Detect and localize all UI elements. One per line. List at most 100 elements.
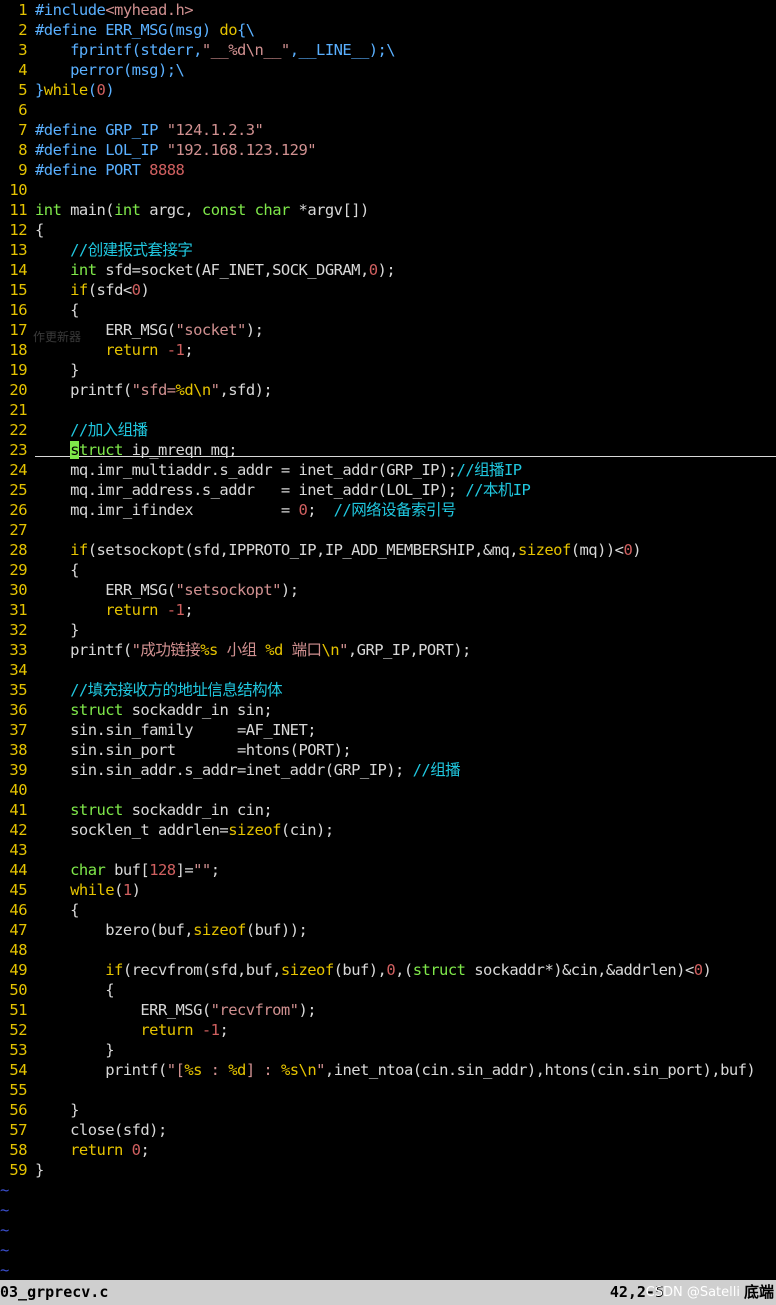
- line-number: 26: [9, 501, 27, 519]
- code-line[interactable]: 10: [0, 180, 35, 200]
- line-number: 44: [9, 861, 27, 879]
- code-token: ,inet_ntoa(cin.sin_addr),htons(cin.sin_p…: [324, 1061, 756, 1079]
- code-line[interactable]: 15 if(sfd<0): [0, 280, 149, 300]
- code-line[interactable]: 23 struct ip_mreqn mq;: [0, 440, 238, 460]
- code-token: "recvfrom": [210, 1001, 299, 1019]
- code-token: "192.168.123.129": [166, 141, 317, 159]
- code-token: "__%d\n__": [201, 41, 290, 59]
- code-token: 端口: [282, 641, 322, 659]
- code-token: 0: [298, 501, 308, 519]
- code-token: sin.sin_addr.s_addr=inet_addr(GRP_IP);: [35, 761, 413, 779]
- code-line[interactable]: 41 struct sockaddr_in cin;: [0, 800, 272, 820]
- code-line[interactable]: 59}: [0, 1160, 44, 1180]
- code-editor[interactable]: 作更新器 1 #include<myhead.h> 2 #define ERR_MSG…: [0, 0, 776, 1280]
- code-line[interactable]: 32 }: [0, 620, 79, 640]
- line-number: 2: [18, 21, 27, 39]
- code-token: 128: [149, 861, 176, 879]
- code-line[interactable]: 51 ERR_MSG("recvfrom");: [0, 1000, 316, 1020]
- line-number: 34: [9, 661, 27, 679]
- file-name: 03_grprecv.c: [0, 1283, 109, 1301]
- code-line[interactable]: 31 return -1;: [0, 600, 193, 620]
- code-line[interactable]: 17 ERR_MSG("socket");: [0, 320, 263, 340]
- code-line[interactable]: 40: [0, 780, 35, 800]
- code-line[interactable]: 21: [0, 400, 35, 420]
- code-token: 1: [122, 881, 132, 899]
- code-line[interactable]: 29 {: [0, 560, 79, 580]
- code-token: (buf),: [333, 961, 387, 979]
- code-line[interactable]: 48: [0, 940, 35, 960]
- code-line[interactable]: 30 ERR_MSG("setsockopt");: [0, 580, 299, 600]
- code-line[interactable]: 22 //加入组播: [0, 420, 148, 440]
- code-token: ): [702, 961, 712, 979]
- code-line[interactable]: 8 #define LOL_IP "192.168.123.129": [0, 140, 316, 160]
- line-number: 11: [9, 201, 27, 219]
- code-token: mq.imr_address.s_addr = inet_addr(LOL_IP…: [35, 481, 466, 499]
- code-token: printf(: [35, 381, 132, 399]
- code-line[interactable]: 57 close(sfd);: [0, 1120, 167, 1140]
- code-line[interactable]: 18 return -1;: [0, 340, 193, 360]
- code-line[interactable]: 45 while(1): [0, 880, 141, 900]
- code-line[interactable]: 54 printf("[%s : %d] : %s\n",inet_ntoa(c…: [0, 1060, 755, 1080]
- code-line[interactable]: 55: [0, 1080, 35, 1100]
- line-number: 59: [9, 1161, 27, 1179]
- code-line[interactable]: 50 {: [0, 980, 114, 1000]
- code-line[interactable]: 47 bzero(buf,sizeof(buf));: [0, 920, 307, 940]
- code-line[interactable]: 46 {: [0, 900, 79, 920]
- code-line[interactable]: 44 char buf[128]="";: [0, 860, 220, 880]
- code-line[interactable]: 24 mq.imr_multiaddr.s_addr = inet_addr(G…: [0, 460, 522, 480]
- line-number: 53: [9, 1041, 27, 1059]
- code-line[interactable]: 6: [0, 100, 35, 120]
- code-line[interactable]: 52 return -1;: [0, 1020, 228, 1040]
- code-token: ): [140, 281, 150, 299]
- code-line[interactable]: 5}while(0): [0, 80, 114, 100]
- code-line[interactable]: 28 if(setsockopt(sfd,IPPROTO_IP,IP_ADD_M…: [0, 540, 641, 560]
- code-token: "socket": [175, 321, 247, 339]
- code-line[interactable]: 36 struct sockaddr_in sin;: [0, 700, 272, 720]
- code-line[interactable]: 13 //创建报式套接字: [0, 240, 192, 260]
- code-line[interactable]: 14 int sfd=socket(AF_INET,SOCK_DGRAM,0);: [0, 260, 395, 280]
- code-token: ,__LINE__);\: [289, 41, 396, 59]
- line-number: 22: [9, 421, 27, 439]
- code-line[interactable]: 35 //填充接收方的地址信息结构体: [0, 680, 282, 700]
- code-line[interactable]: 20 printf("sfd=%d\n",sfd);: [0, 380, 272, 400]
- code-line[interactable]: 9 #define PORT 8888: [0, 160, 185, 180]
- code-line[interactable]: 1 #include<myhead.h>: [0, 0, 193, 20]
- code-token: perror(msg);\: [35, 61, 185, 79]
- code-line[interactable]: 49 if(recvfrom(sfd,buf,sizeof(buf),0,(st…: [0, 960, 711, 980]
- code-line[interactable]: 12 {: [0, 220, 44, 240]
- code-line[interactable]: 11 int main(int argc, const char *argv[]): [0, 200, 369, 220]
- code-line[interactable]: 34: [0, 660, 35, 680]
- code-line[interactable]: 19 }: [0, 360, 79, 380]
- code-line[interactable]: 2 #define ERR_MSG(msg) do{\: [0, 20, 255, 40]
- code-line[interactable]: 16 {: [0, 300, 79, 320]
- code-line[interactable]: 38 sin.sin_port =htons(PORT);: [0, 740, 351, 760]
- code-line[interactable]: 43: [0, 840, 35, 860]
- code-line[interactable]: 42 socklen_t addrlen=sizeof(cin);: [0, 820, 334, 840]
- code-token: socklen_t addrlen=: [35, 821, 229, 839]
- code-token: ;: [184, 341, 194, 359]
- code-line[interactable]: 25 mq.imr_address.s_addr = inet_addr(LOL…: [0, 480, 530, 500]
- code-line[interactable]: 26 mq.imr_ifindex = 0; //网络设备索引号: [0, 500, 456, 520]
- code-token: {: [35, 981, 115, 999]
- code-line[interactable]: 58 return 0;: [0, 1140, 149, 1160]
- code-token: int: [70, 261, 97, 279]
- code-line[interactable]: 39 sin.sin_addr.s_addr=inet_addr(GRP_IP)…: [0, 760, 460, 780]
- code-line[interactable]: 37 sin.sin_family =AF_INET;: [0, 720, 316, 740]
- watermark: CSDN @Satelli: [645, 1285, 740, 1300]
- code-line[interactable]: 33 printf("成功链接%s 小组 %d 端口\n",GRP_IP,POR…: [0, 640, 471, 660]
- code-token: argc,: [140, 201, 202, 219]
- code-line[interactable]: 3 fprintf(stderr,"__%d\n__",__LINE__);\: [0, 40, 395, 60]
- code-line[interactable]: 27: [0, 520, 35, 540]
- empty-line-marker: ~: [0, 1261, 10, 1279]
- code-token: int: [35, 201, 62, 219]
- code-line[interactable]: 7 #define GRP_IP "124.1.2.3": [0, 120, 264, 140]
- code-line[interactable]: 53 }: [0, 1040, 114, 1060]
- line-number: 10: [9, 181, 27, 199]
- code-line[interactable]: 56 }: [0, 1100, 79, 1120]
- code-token: if: [70, 281, 88, 299]
- code-line[interactable]: 4 perror(msg);\: [0, 60, 185, 80]
